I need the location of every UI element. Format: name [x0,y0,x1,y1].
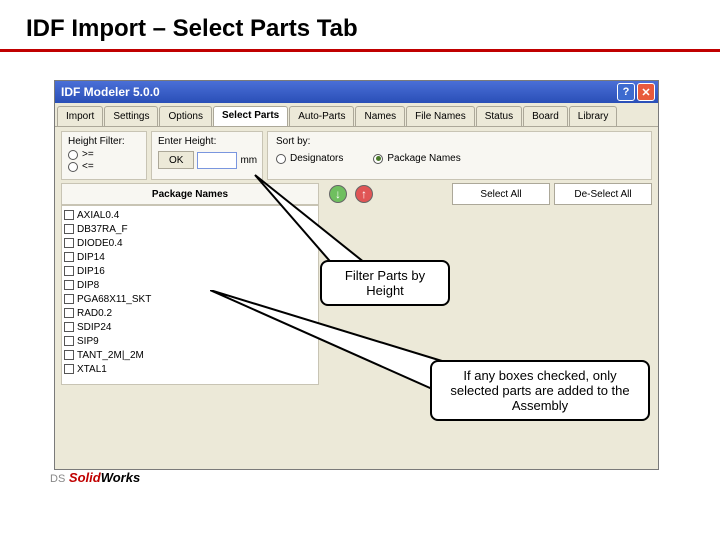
radio-package-names[interactable]: Package Names [373,153,460,164]
checkbox-icon[interactable] [64,224,74,234]
tab-status[interactable]: Status [476,106,522,126]
radio-icon [68,162,78,172]
page-title: IDF Import – Select Parts Tab [0,0,720,52]
tab-select-parts[interactable]: Select Parts [213,106,288,126]
radio-ge[interactable]: >= [68,149,140,160]
height-filter-group: Height Filter: >= <= [61,131,147,180]
checkbox-icon[interactable] [64,210,74,220]
enter-height-group: Enter Height: OK mm [151,131,263,180]
sort-by-group: Sort by: Designators Package Names [267,131,652,180]
checkbox-icon[interactable] [64,364,74,374]
height-filter-label: Height Filter: [68,136,140,147]
tab-board[interactable]: Board [523,106,568,126]
tab-file-names[interactable]: File Names [406,106,475,126]
deselect-all-button[interactable]: De-Select All [554,183,652,205]
callout-selected-parts: If any boxes checked, only selected part… [430,360,650,421]
checkbox-icon[interactable] [64,280,74,290]
part-label: SIP9 [77,336,99,347]
radio-icon [68,150,78,160]
tab-library[interactable]: Library [569,106,618,126]
tab-options[interactable]: Options [159,106,211,126]
radio-le[interactable]: <= [68,161,140,172]
unit-label: mm [240,155,257,166]
select-all-button[interactable]: Select All [452,183,550,205]
enter-height-label: Enter Height: [158,136,256,147]
tab-bar: ImportSettingsOptionsSelect PartsAuto-Pa… [55,103,658,127]
brand-logo: DS SolidWorks [50,470,140,485]
checkbox-icon[interactable] [64,252,74,262]
checkbox-icon[interactable] [64,238,74,248]
part-label: RAD0.2 [77,308,112,319]
checkbox-icon[interactable] [64,350,74,360]
part-label: SDIP24 [77,322,111,333]
ok-button[interactable]: OK [158,151,194,169]
radio-icon [373,154,383,164]
height-input[interactable] [197,152,237,169]
tab-import[interactable]: Import [57,106,103,126]
titlebar: IDF Modeler 5.0.0 ? ✕ [55,81,658,103]
part-label: DIODE0.4 [77,238,123,249]
part-label: DIP16 [77,266,105,277]
part-label: DB37RA_F [77,224,128,235]
checkbox-icon[interactable] [64,266,74,276]
help-icon: ? [623,86,630,98]
tab-auto-parts[interactable]: Auto-Parts [289,106,354,126]
window-title: IDF Modeler 5.0.0 [61,85,615,99]
tab-settings[interactable]: Settings [104,106,158,126]
part-label: DIP8 [77,280,99,291]
callout-connector [210,290,460,390]
tab-names[interactable]: Names [355,106,405,126]
radio-designators[interactable]: Designators [276,153,343,164]
radio-icon [276,154,286,164]
part-label: DIP14 [77,252,105,263]
callout-connector [255,175,365,267]
part-label: TANT_2M|_2M [77,350,144,361]
part-label: PGA68X11_SKT [77,294,151,305]
help-button[interactable]: ? [617,83,635,101]
checkbox-icon[interactable] [64,322,74,332]
part-label: AXIAL0.4 [77,210,119,221]
checkbox-icon[interactable] [64,294,74,304]
checkbox-icon[interactable] [64,308,74,318]
close-button[interactable]: ✕ [637,83,655,101]
part-label: XTAL1 [77,364,107,375]
sort-by-label: Sort by: [276,136,343,147]
close-icon: ✕ [641,86,650,99]
checkbox-icon[interactable] [64,336,74,346]
